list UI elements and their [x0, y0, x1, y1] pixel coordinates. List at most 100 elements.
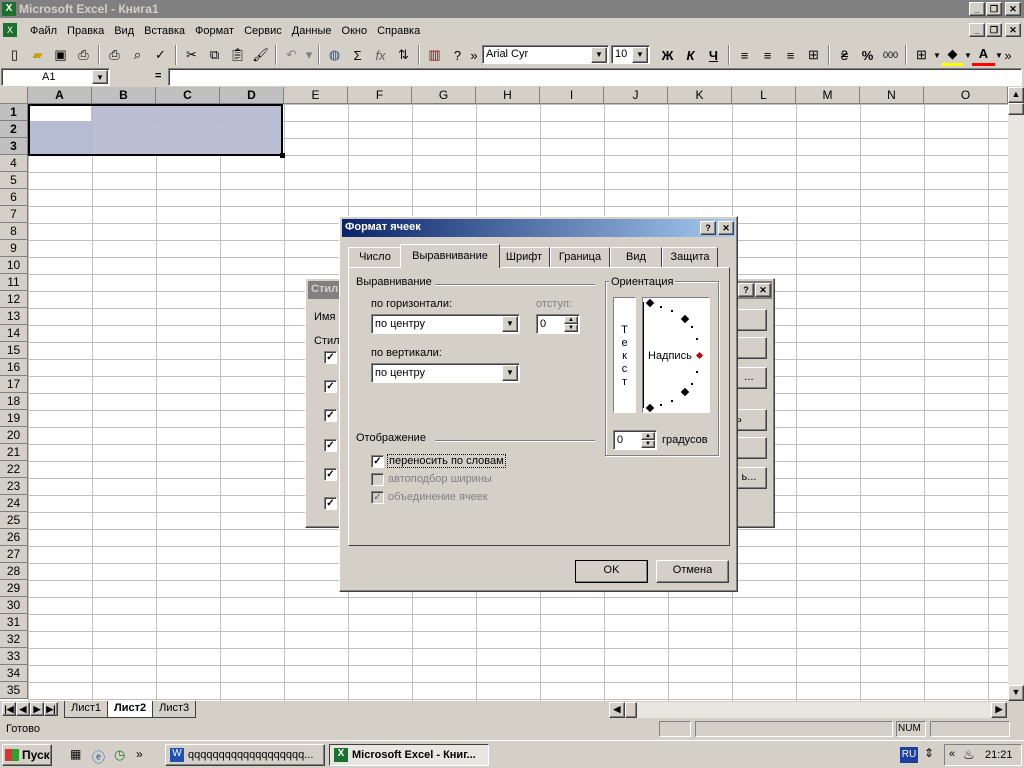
cut-icon[interactable]: ✂ [180, 44, 203, 66]
chevron-down-icon[interactable]: ▼ [632, 47, 648, 63]
undo-icon[interactable]: ↶ [280, 44, 303, 66]
print-icon[interactable]: ⎙ [103, 44, 126, 66]
scroll-right-button[interactable]: ▶ [991, 702, 1007, 718]
sheet-tab[interactable]: Лист2 [107, 701, 154, 718]
borders-icon[interactable]: ⊞ [910, 44, 933, 66]
doc-minimize-button[interactable]: _ [969, 23, 985, 37]
row-header[interactable]: 8 [0, 223, 28, 240]
column-header[interactable]: F [348, 87, 412, 104]
underline-button[interactable]: Ч [702, 44, 725, 66]
row-header[interactable]: 35 [0, 682, 28, 699]
menu-item[interactable]: Вставка [144, 25, 185, 37]
function-icon[interactable]: fx [369, 44, 392, 66]
last-sheet-icon[interactable]: ▶| [44, 702, 58, 716]
horizontal-scrollbar[interactable]: ◀ ▶ [609, 702, 1007, 718]
row-header[interactable]: 3 [0, 138, 28, 155]
column-header[interactable]: M [796, 87, 860, 104]
font-size-dropdown[interactable]: 10 ▼ [611, 45, 650, 64]
column-header[interactable]: I [540, 87, 604, 104]
row-header[interactable]: 34 [0, 665, 28, 682]
sheet-tab[interactable]: Лист3 [152, 701, 197, 718]
ie-icon[interactable]: ⓔ [92, 747, 108, 765]
style-checkbox[interactable]: ✓ [324, 351, 337, 364]
paste-icon[interactable]: 📋︎ [226, 44, 249, 66]
row-header[interactable]: 17 [0, 376, 28, 393]
row-header[interactable]: 6 [0, 189, 28, 206]
task-excel[interactable]: X Microsoft Excel - Книг... [329, 744, 489, 766]
row-header[interactable]: 14 [0, 325, 28, 342]
chevron-down-icon[interactable]: ▼ [995, 44, 1003, 66]
row-header[interactable]: 1 [0, 104, 28, 121]
prev-sheet-icon[interactable]: ◀ [16, 702, 30, 716]
row-header[interactable]: 22 [0, 461, 28, 478]
doc-restore-button[interactable]: ❐ [986, 23, 1002, 37]
doc-close-button[interactable]: ✕ [1005, 23, 1021, 37]
style-checkbox[interactable]: ✓ [324, 468, 337, 481]
style-checkbox[interactable]: ✓ [324, 409, 337, 422]
row-header[interactable]: 26 [0, 529, 28, 546]
degrees-spinner[interactable]: 0 ▲ ▼ [613, 430, 657, 450]
cancel-button[interactable]: Отмена [656, 560, 729, 583]
fill-color-icon[interactable]: ◆ [941, 44, 964, 66]
format-help-button[interactable]: ? [700, 221, 716, 235]
row-header[interactable]: 30 [0, 597, 28, 614]
row-header[interactable]: 10 [0, 257, 28, 274]
thousands-button[interactable]: 000 [879, 44, 902, 66]
workbook-icon[interactable]: X [3, 23, 17, 37]
menu-item[interactable]: Файл [30, 25, 57, 37]
close-button[interactable]: ✕ [1005, 2, 1021, 16]
menu-item[interactable]: Правка [67, 25, 104, 37]
toolbar-more-icon[interactable]: » [1003, 44, 1013, 66]
menu-item[interactable]: Справка [377, 25, 420, 37]
fill-handle[interactable] [280, 153, 285, 158]
indent-spinner[interactable]: 0 ▲ ▼ [536, 314, 580, 334]
row-header[interactable]: 16 [0, 359, 28, 376]
column-header[interactable]: H [476, 87, 540, 104]
align-center-icon[interactable]: ≡ [756, 44, 779, 66]
tab-4[interactable]: Вид [610, 247, 662, 267]
column-header[interactable]: A [28, 87, 92, 104]
chart-wizard-icon[interactable]: ▥ [423, 44, 446, 66]
chevron-down-icon[interactable]: ▼ [591, 47, 607, 63]
spin-down-icon[interactable]: ▼ [564, 324, 578, 332]
format-painter-icon[interactable]: 🖌︎ [249, 44, 272, 66]
row-header[interactable]: 11 [0, 274, 28, 291]
percent-button[interactable]: % [856, 44, 879, 66]
menu-item[interactable]: Вид [114, 25, 134, 37]
row-header[interactable]: 32 [0, 631, 28, 648]
row-header[interactable]: 12 [0, 291, 28, 308]
row-header[interactable]: 4 [0, 155, 28, 172]
formula-equals[interactable]: = [155, 70, 161, 82]
dial-pointer[interactable] [695, 351, 704, 360]
currency-icon[interactable]: ₴ [833, 44, 856, 66]
start-button[interactable]: Пуск [2, 744, 52, 766]
italic-button[interactable]: К [679, 44, 702, 66]
select-all-corner[interactable] [0, 87, 28, 104]
tray-expand-icon[interactable]: « [949, 748, 955, 760]
row-header[interactable]: 25 [0, 512, 28, 529]
menu-item[interactable]: Данные [292, 25, 332, 37]
style-checkbox[interactable]: ✓ [324, 380, 337, 393]
column-header[interactable]: C [156, 87, 220, 104]
next-sheet-icon[interactable]: ▶ [30, 702, 44, 716]
format-close-button[interactable]: ✕ [718, 221, 734, 235]
horizontal-align-select[interactable]: по центру ▼ [371, 314, 520, 334]
column-header[interactable]: O [924, 87, 1008, 104]
style-checkbox[interactable]: ✓ [324, 439, 337, 452]
column-header[interactable]: B [92, 87, 156, 104]
redo-icon[interactable]: ▾ [303, 44, 315, 66]
scroll-up-button[interactable]: ▲ [1008, 87, 1024, 103]
merge-center-icon[interactable]: ⊞ [802, 44, 825, 66]
font-name-dropdown[interactable]: Arial Cyr ▼ [482, 45, 609, 64]
row-header[interactable]: 21 [0, 444, 28, 461]
excel-app-icon[interactable]: X [2, 2, 16, 16]
column-header[interactable]: D [220, 87, 284, 104]
vertical-scrollbar[interactable]: ▲ ▼ [1008, 87, 1024, 701]
minimize-button[interactable]: _ [969, 2, 985, 16]
column-header[interactable]: J [604, 87, 668, 104]
tab-0[interactable]: Число [348, 247, 402, 267]
calculator-icon[interactable]: ▦ [70, 747, 86, 763]
new-doc-icon[interactable]: ▯ [3, 44, 26, 66]
row-header[interactable]: 24 [0, 495, 28, 512]
font-color-icon[interactable]: A [972, 44, 995, 66]
